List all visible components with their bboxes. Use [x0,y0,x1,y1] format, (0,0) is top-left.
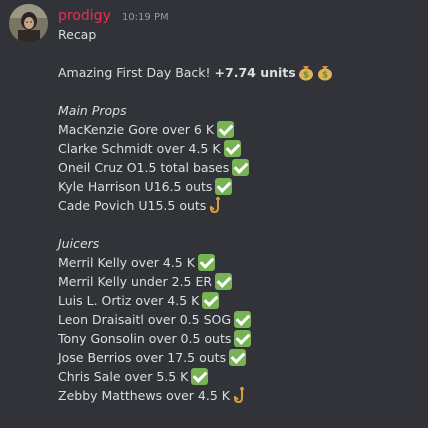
avatar-image [9,4,48,43]
pick-line: Zebby Matthews over 4.5 K [58,386,423,405]
summary-text: Amazing First Day Back! [58,65,211,80]
section-main-props: MacKenzie Gore over 6 K Clarke Schmidt ov… [58,120,423,215]
pick-line: MacKenzie Gore over 6 K [58,120,423,139]
money-bag-icon: $ [317,66,332,81]
money-bag-icon: $ [298,66,313,81]
chat-message: prodigy 10:19 PM Recap Amazing First Day… [0,0,428,428]
check-mark-icon [197,254,215,271]
pick-line: Cade Povich U15.5 outs [58,196,423,215]
message-timestamp[interactable]: 10:19 PM [122,12,169,23]
svg-text:$: $ [322,71,328,81]
pick-text: Clarke Schmidt over 4.5 K [58,141,221,156]
summary-units: +7.74 units [214,65,296,80]
section-juicers: Merril Kelly over 4.5 K Merril Kelly unde… [58,253,423,405]
check-mark-icon [217,121,235,138]
summary-line: Amazing First Day Back! +7.74 units $ $ [58,63,423,82]
pick-text: Kyle Harrison U16.5 outs [58,179,213,194]
pick-line: Merril Kelly over 4.5 K [58,253,423,272]
pick-text: MacKenzie Gore over 6 K [58,122,215,137]
pick-text: Leon Draisaitl over 0.5 SOG [58,312,232,327]
message-body: Recap Amazing First Day Back! +7.74 unit… [58,25,423,405]
pick-line: Merril Kelly under 2.5 ER [58,272,423,291]
check-mark-icon [229,349,247,366]
pick-text: Oneil Cruz O1.5 total bases [58,160,230,175]
message-content: prodigy 10:19 PM Recap Amazing First Day… [58,5,423,405]
section-title-juicers: Juicers [58,236,100,251]
author-username[interactable]: prodigy [58,8,111,24]
pick-line: Chris Sale over 5.5 K [58,367,423,386]
fish-hook-icon [233,387,244,404]
pick-line: Tony Gonsolin over 0.5 outs [58,329,423,348]
pick-text: Merril Kelly under 2.5 ER [58,274,213,289]
fish-hook-icon [210,197,221,214]
pick-line: Leon Draisaitl over 0.5 SOG [58,310,423,329]
pick-line: Luis L. Ortiz over 4.5 K [58,291,423,310]
pick-text: Merril Kelly over 4.5 K [58,255,195,270]
message-header: prodigy 10:19 PM [58,5,423,25]
check-mark-icon [215,273,233,290]
check-mark-icon [232,159,250,176]
pick-line: Clarke Schmidt over 4.5 K [58,139,423,158]
pick-line: Jose Berrios over 17.5 outs [58,348,423,367]
pick-text: Jose Berrios over 17.5 outs [58,350,227,365]
section-title-main-props: Main Props [58,103,127,118]
user-avatar[interactable] [9,4,48,43]
message-title: Recap [58,27,97,42]
check-mark-icon [234,311,252,328]
check-mark-icon [223,140,241,157]
pick-text: Luis L. Ortiz over 4.5 K [58,293,200,308]
check-mark-icon [191,368,209,385]
pick-text: Zebby Matthews over 4.5 K [58,388,230,403]
pick-text: Tony Gonsolin over 0.5 outs [58,331,232,346]
check-mark-icon [202,292,220,309]
pick-line: Oneil Cruz O1.5 total bases [58,158,423,177]
pick-line: Kyle Harrison U16.5 outs [58,177,423,196]
svg-text:$: $ [303,71,309,81]
pick-text: Chris Sale over 5.5 K [58,369,189,384]
check-mark-icon [234,330,252,347]
check-mark-icon [215,178,233,195]
pick-text: Cade Povich U15.5 outs [58,198,207,213]
